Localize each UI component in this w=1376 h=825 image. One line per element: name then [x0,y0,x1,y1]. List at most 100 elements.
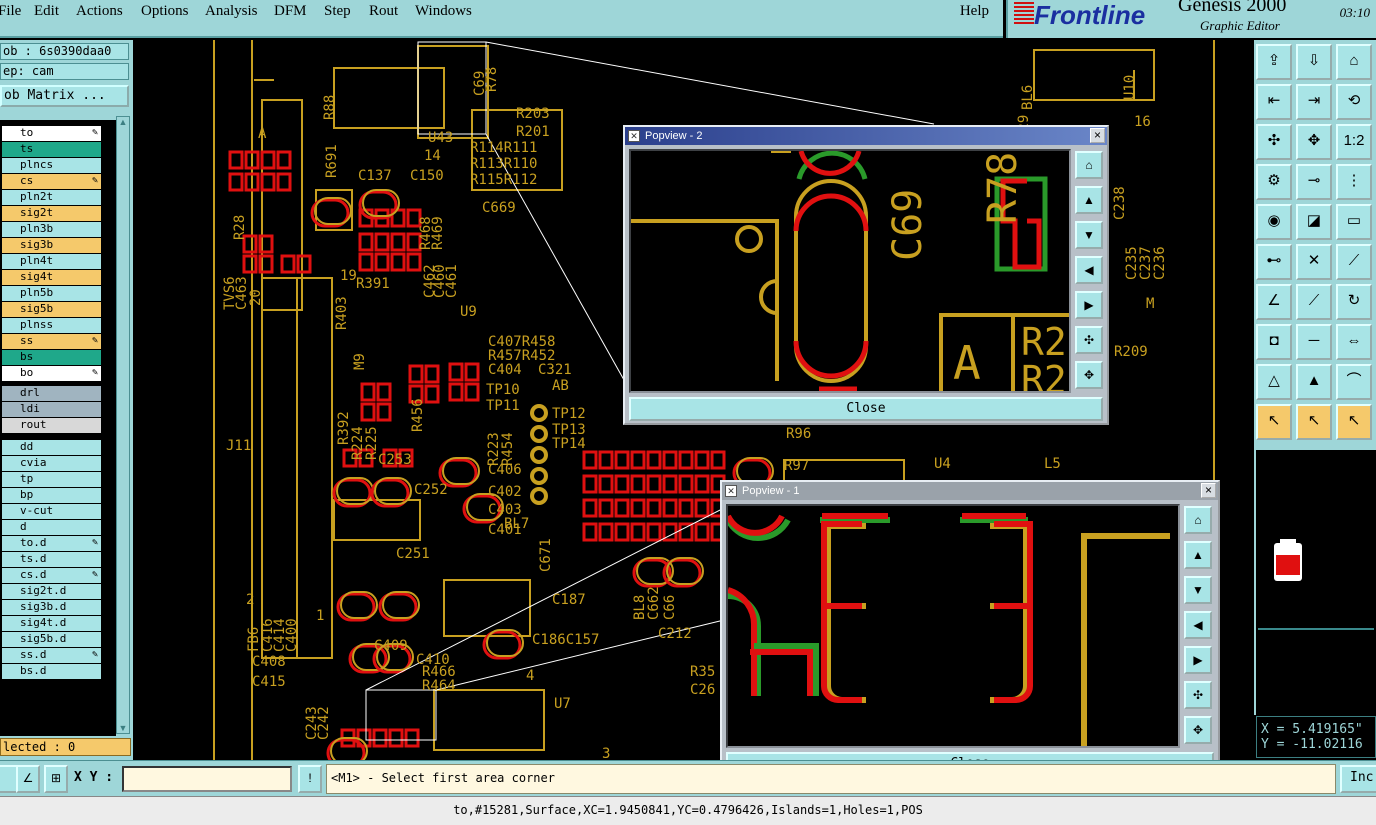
scroll-down-icon[interactable]: ▼ [118,723,128,733]
pointer-icon[interactable]: ↖ [1256,404,1292,440]
layer-scrollbar[interactable]: ▲ ▼ [116,116,130,734]
layer-pln5b[interactable]: pln5b [2,286,101,301]
rotate-icon[interactable]: ↻ [1336,284,1372,320]
popview-1-titlebar[interactable]: ✕ Popview - 1 × [722,482,1218,500]
snap-icon[interactable]: ◉ [1256,204,1292,240]
xy-input[interactable] [122,766,292,792]
triangle-icon[interactable]: △ [1256,364,1292,400]
close-icon[interactable]: × [1090,128,1105,143]
home-icon[interactable]: ⇪ [1256,44,1292,80]
layer-bs-d[interactable]: bs.d [2,664,101,679]
menu-edit[interactable]: Edit [34,3,59,20]
alert-icon[interactable]: ! [298,765,322,793]
pan-right-icon[interactable]: ⇥ [1296,84,1332,120]
pan-up-icon[interactable]: ▲ [1184,541,1212,569]
popview-1-close-button[interactable]: Close [726,752,1214,760]
graphic-canvas[interactable]: R78 C69 U43 R203 R201 R114R111 R113R110 R115R11… [134,40,1254,760]
menu-actions[interactable]: Actions [76,3,123,20]
layer-sig4t-d[interactable]: sig4t.d [2,616,101,631]
menu-help[interactable]: Help [960,3,989,20]
fit-icon[interactable]: ✣ [1256,124,1292,160]
inc-button[interactable]: Inc [1340,765,1376,793]
pointer-circle-icon[interactable]: ↖ [1336,404,1372,440]
menu-step[interactable]: Step [324,3,351,20]
menu-analysis[interactable]: Analysis [205,3,258,20]
measure-icon[interactable]: ∠ [16,765,40,793]
layer-sig3b-d[interactable]: sig3b.d [2,600,101,615]
pan-left-icon[interactable]: ◀ [1184,611,1212,639]
layer-pln2t[interactable]: pln2t [2,190,101,205]
line-icon[interactable]: ⟋ [1336,244,1372,280]
layer-plnss[interactable]: plnss [2,318,101,333]
layer-cs-d[interactable]: cs.d ✎ [2,568,101,583]
layer-bp[interactable]: bp [2,488,101,503]
layer-sig3b[interactable]: sig3b [2,238,101,253]
wrench-icon[interactable]: ⚙ [1256,164,1292,200]
layer-sig5b-d[interactable]: sig5b.d [2,632,101,647]
layer-ts-d[interactable]: ts.d [2,552,101,567]
close-icon[interactable]: × [1201,483,1216,498]
popview-2-close-button[interactable]: Close [629,397,1103,421]
zoom-home-icon[interactable]: ⌂ [1075,151,1103,179]
pan-right-icon[interactable]: ▶ [1184,646,1212,674]
layer-d[interactable]: d [2,520,101,535]
layer-drl[interactable]: drl [2,386,101,401]
layer-bo[interactable]: bo ✎ [2,366,101,381]
layer-sig4t[interactable]: sig4t [2,270,101,285]
pan-up-icon[interactable]: ▲ [1075,186,1103,214]
distance-icon[interactable]: ⇔ [1336,324,1372,360]
segment-icon[interactable]: ─ [1296,324,1332,360]
arc-a-icon[interactable]: ⌒ [1336,364,1372,400]
layer-ts[interactable]: ts [2,142,101,157]
scale-icon[interactable]: 1:2 [1336,124,1372,160]
center-icon[interactable]: ✥ [1296,124,1332,160]
pan-right-icon[interactable]: ▶ [1075,291,1103,319]
angle-icon[interactable]: ∠ [1256,284,1292,320]
menu-dfm[interactable]: DFM [274,3,307,20]
scroll-up-icon[interactable]: ▲ [118,117,128,127]
pan-left-icon[interactable]: ◀ [1075,256,1103,284]
menu-options[interactable]: Options [141,3,189,20]
layer-pln3b[interactable]: pln3b [2,222,101,237]
layer-ldi[interactable]: ldi [2,402,101,417]
layer-sig2t-d[interactable]: sig2t.d [2,584,101,599]
layer-rout[interactable]: rout [2,418,101,433]
menu-windows[interactable]: Windows [415,3,472,20]
zoom-in-icon[interactable]: ✣ [1184,681,1212,709]
layer-cs[interactable]: cs ✎ [2,174,101,189]
layer-to-d[interactable]: to.d ✎ [2,536,101,551]
zoom-out-icon[interactable]: ✥ [1075,361,1103,389]
popview-2-view[interactable]: C69 R78 A R2 R2 [629,149,1071,393]
layer-ss-d[interactable]: ss.d ✎ [2,648,101,663]
layer-ss[interactable]: ss ✎ [2,334,101,349]
select-box-icon[interactable]: ◪ [1296,204,1332,240]
ruler-icon[interactable]: ▭ [1336,204,1372,240]
cross-icon[interactable]: ✕ [1296,244,1332,280]
layer-to[interactable]: to ✎ [2,126,101,141]
layer-plncs[interactable]: plncs [2,158,101,173]
layer-v-cut[interactable]: v-cut [2,504,101,519]
redraw-icon[interactable]: ⟲ [1336,84,1372,120]
pan-down-icon[interactable]: ▼ [1075,221,1103,249]
pan-left-icon[interactable]: ⇤ [1256,84,1292,120]
pad-icon[interactable]: ◘ [1256,324,1292,360]
zoom-out-icon[interactable]: ✥ [1184,716,1212,744]
layer-dd[interactable]: dd [2,440,101,455]
diagonal-icon[interactable]: ⟋ [1296,284,1332,320]
layer-sig5b[interactable]: sig5b [2,302,101,317]
layer-cvia[interactable]: cvia [2,456,101,471]
pan-down-icon[interactable]: ▼ [1184,576,1212,604]
popview-1-window[interactable]: ✕ Popview - 1 × ⌂ ▲ ▼ ◀ ▶ ✣ ✥ [720,480,1220,760]
layers-icon[interactable]: ⋮ [1336,164,1372,200]
popview-2-titlebar[interactable]: ✕ Popview - 2 × [625,127,1107,145]
layer-tp[interactable]: tp [2,472,101,487]
zoom-in-icon[interactable]: ✣ [1075,326,1103,354]
grid-icon[interactable]: ⊞ [44,765,68,793]
menu-rout[interactable]: Rout [369,3,398,20]
arrow-a-icon[interactable]: ▲ [1296,364,1332,400]
measure-point-icon[interactable]: ⊸ [1296,164,1332,200]
zoom-out-icon[interactable]: ⇩ [1296,44,1332,80]
job-matrix-button[interactable]: ob Matrix ... [0,85,129,107]
pointer-box-icon[interactable]: ↖ [1296,404,1332,440]
popview-1-view[interactable] [726,504,1180,748]
